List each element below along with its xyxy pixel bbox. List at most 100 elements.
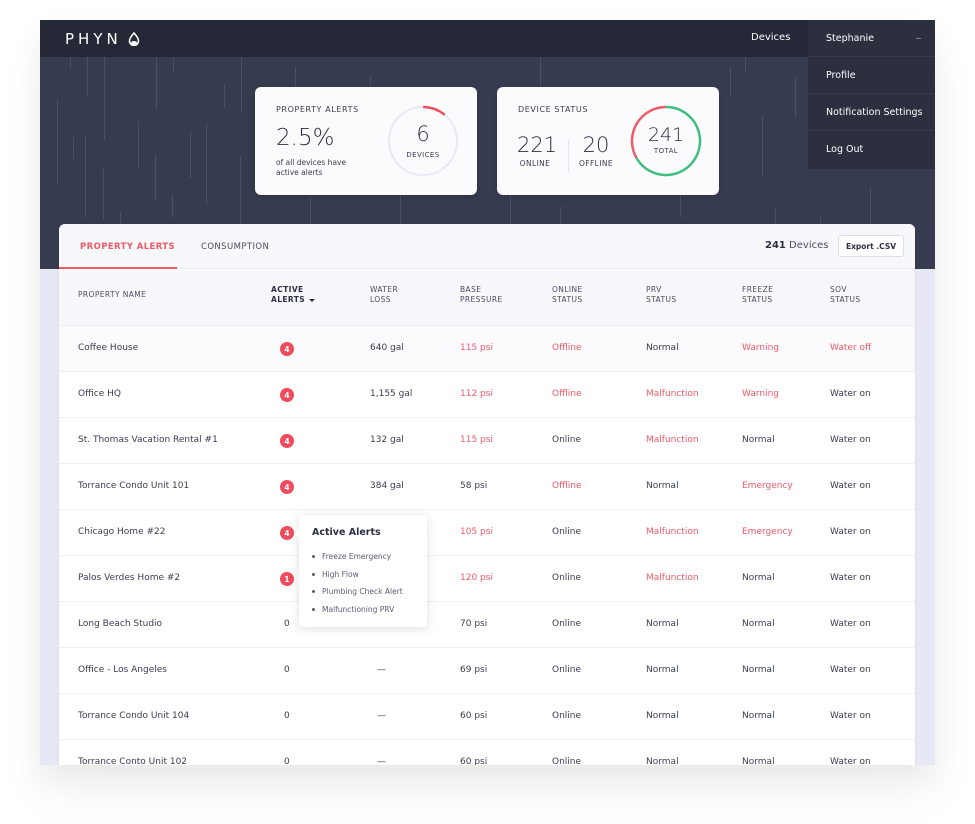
user-dropdown-menu: Stephanie Profile Notification Settings … bbox=[808, 20, 935, 169]
offline-label: OFFLINE bbox=[578, 159, 614, 168]
column-header[interactable]: PROPERTY NAME bbox=[78, 290, 146, 300]
cell-prv: Normal bbox=[646, 757, 679, 765]
column-header-text: STATUS bbox=[552, 295, 583, 304]
cell-prv: Normal bbox=[646, 711, 679, 721]
cell-prv: Malfunction bbox=[646, 573, 699, 583]
cell-online: Offline bbox=[552, 343, 582, 353]
cell-pressure: 115 psi bbox=[460, 435, 493, 445]
phyn-logo[interactable]: PHYN bbox=[65, 30, 140, 48]
cell-freeze: Normal bbox=[742, 665, 775, 675]
alert-count-badge[interactable]: 4 bbox=[280, 388, 294, 402]
menu-item-profile[interactable]: Profile bbox=[808, 57, 935, 94]
cell-freeze: Emergency bbox=[742, 527, 793, 537]
nav-devices-link[interactable]: Devices bbox=[751, 32, 790, 43]
cell-sov: Water on bbox=[830, 665, 871, 675]
table-row[interactable]: Office HQ 4 1,155 gal 112 psi Offline Malfunc… bbox=[59, 372, 915, 418]
cell-prv: Malfunction bbox=[646, 389, 699, 399]
alerts-subtitle: of all devices have active alerts bbox=[276, 158, 347, 177]
device-count: 241 Devices bbox=[765, 240, 828, 251]
rain-line-decoration bbox=[73, 137, 74, 159]
alert-count-badge[interactable]: 4 bbox=[280, 526, 294, 540]
cell-sov: Water on bbox=[830, 389, 871, 399]
alert-count: 0 bbox=[284, 757, 290, 765]
column-header-text: STATUS bbox=[646, 295, 677, 304]
export-csv-button[interactable]: Export .CSV bbox=[838, 235, 904, 257]
rain-line-decoration bbox=[745, 57, 746, 72]
online-label: ONLINE bbox=[519, 159, 551, 168]
rain-line-decoration bbox=[57, 99, 58, 184]
device-status-title: DEVICE STATUS bbox=[518, 105, 589, 114]
column-header[interactable]: ONLINE STATUS bbox=[552, 285, 583, 305]
column-header-text: STATUS bbox=[830, 295, 861, 304]
tooltip-alert-item: High Flow bbox=[312, 566, 403, 584]
cell-name: Office HQ bbox=[78, 389, 121, 399]
menu-item-log-out[interactable]: Log Out bbox=[808, 131, 935, 168]
alert-devices-label: DEVICES bbox=[406, 151, 440, 159]
app-window: PHYN Devices Stephanie Profile Notificat… bbox=[40, 20, 935, 765]
column-header[interactable]: FREEZE STATUS bbox=[742, 285, 773, 305]
cell-pressure: 60 psi bbox=[460, 757, 488, 765]
cell-freeze: Warning bbox=[742, 343, 780, 353]
table-row[interactable]: Torrance Condo Unit 101 4 384 gal 58 psi Off… bbox=[59, 464, 915, 510]
column-header[interactable]: WATER LOSS bbox=[370, 285, 398, 305]
column-header-line: PROPERTY NAME bbox=[78, 290, 147, 299]
active-alerts-tooltip: Active Alerts Freeze Emergency High Flow… bbox=[294, 515, 427, 627]
cell-pressure: 120 psi bbox=[460, 573, 493, 583]
logo-text: PHYN bbox=[65, 30, 122, 48]
alert-devices-count: 6 bbox=[416, 122, 430, 146]
column-header-line: PRV bbox=[646, 285, 662, 294]
rain-line-decoration bbox=[138, 121, 139, 169]
tab-consumption[interactable]: CONSUMPTION bbox=[201, 242, 269, 252]
rain-line-decoration bbox=[104, 57, 105, 140]
table-row[interactable]: Coffee House 4 640 gal 115 psi Offline Normal… bbox=[59, 326, 915, 372]
menu-item-notification-settings[interactable]: Notification Settings bbox=[808, 94, 935, 131]
cell-prv: Malfunction bbox=[646, 435, 699, 445]
cell-pressure: 115 psi bbox=[460, 343, 493, 353]
device-count-number: 241 bbox=[765, 240, 786, 251]
rain-line-decoration bbox=[762, 117, 763, 177]
column-header-line: PRESSURE bbox=[460, 295, 503, 305]
column-header-line: LOSS bbox=[370, 295, 398, 305]
table-row[interactable]: Torrance Condo Unit 104 0 — 60 psi Online Nor… bbox=[59, 694, 915, 740]
property-alerts-card: PROPERTY ALERTS 2.5% of all devices have… bbox=[255, 87, 477, 195]
column-header-line: FREEZE bbox=[742, 285, 774, 294]
tooltip-alert-item: Plumbing Check Alert bbox=[312, 583, 403, 601]
table-row[interactable]: Palos Verdes Home #2 1 120 psi Online Malfun… bbox=[59, 556, 915, 602]
tab-property-alerts[interactable]: PROPERTY ALERTS bbox=[80, 242, 175, 252]
alert-count: 0 bbox=[284, 711, 290, 721]
cell-online: Online bbox=[552, 527, 582, 537]
offline-count: 20 bbox=[582, 133, 610, 157]
user-menu-toggle[interactable]: Stephanie bbox=[808, 20, 935, 57]
column-header[interactable]: BASE PRESSURE bbox=[460, 285, 503, 305]
ring-alert-arc bbox=[422, 105, 446, 116]
alert-count-badge[interactable]: 4 bbox=[280, 480, 294, 494]
chevron-down-icon bbox=[916, 38, 921, 39]
column-header-line: STATUS bbox=[830, 295, 861, 305]
alert-count-badge[interactable]: 1 bbox=[280, 572, 294, 586]
rain-line-decoration bbox=[190, 132, 191, 178]
alert-count-badge[interactable]: 4 bbox=[280, 434, 294, 448]
column-header[interactable]: PRV STATUS bbox=[646, 285, 677, 305]
device-count-suffix: Devices bbox=[785, 240, 829, 251]
alert-count-badge[interactable]: 4 bbox=[280, 342, 294, 356]
cell-freeze: Warning bbox=[742, 389, 780, 399]
column-header-line: ALERTS bbox=[271, 295, 316, 305]
table-row[interactable]: Chicago Home #22 4 105 psi Online Malfunctio… bbox=[59, 510, 915, 556]
table-row[interactable]: Office - Los Angeles 0 — 69 psi Online Normal… bbox=[59, 648, 915, 694]
rain-line-decoration bbox=[172, 195, 173, 217]
cell-online: Offline bbox=[552, 389, 582, 399]
column-header[interactable]: SOV STATUS bbox=[830, 285, 861, 305]
total-count: 241 bbox=[647, 124, 685, 146]
cell-water-loss: — bbox=[377, 711, 386, 721]
cell-sov: Water on bbox=[830, 573, 871, 583]
cell-freeze: Normal bbox=[742, 435, 775, 445]
table-row[interactable]: Torrance Conto Unit 102 0 — 60 psi Online Nor… bbox=[59, 740, 915, 765]
alerts-panel: PROPERTY ALERTS CONSUMPTION 241 Devices … bbox=[59, 224, 915, 765]
column-header[interactable]: ACTIVE ALERTS bbox=[271, 285, 316, 305]
cell-name: Coffee House bbox=[78, 343, 139, 353]
table-row[interactable]: Long Beach Studio 0 70 psi Online Normal Norm… bbox=[59, 602, 915, 648]
device-status-card: DEVICE STATUS 221 ONLINE 20 OFFLINE 241 … bbox=[497, 87, 719, 195]
cell-pressure: 69 psi bbox=[460, 665, 488, 675]
table-row[interactable]: St. Thomas Vacation Rental #1 4 132 gal 115… bbox=[59, 418, 915, 464]
rain-line-decoration bbox=[173, 57, 174, 72]
